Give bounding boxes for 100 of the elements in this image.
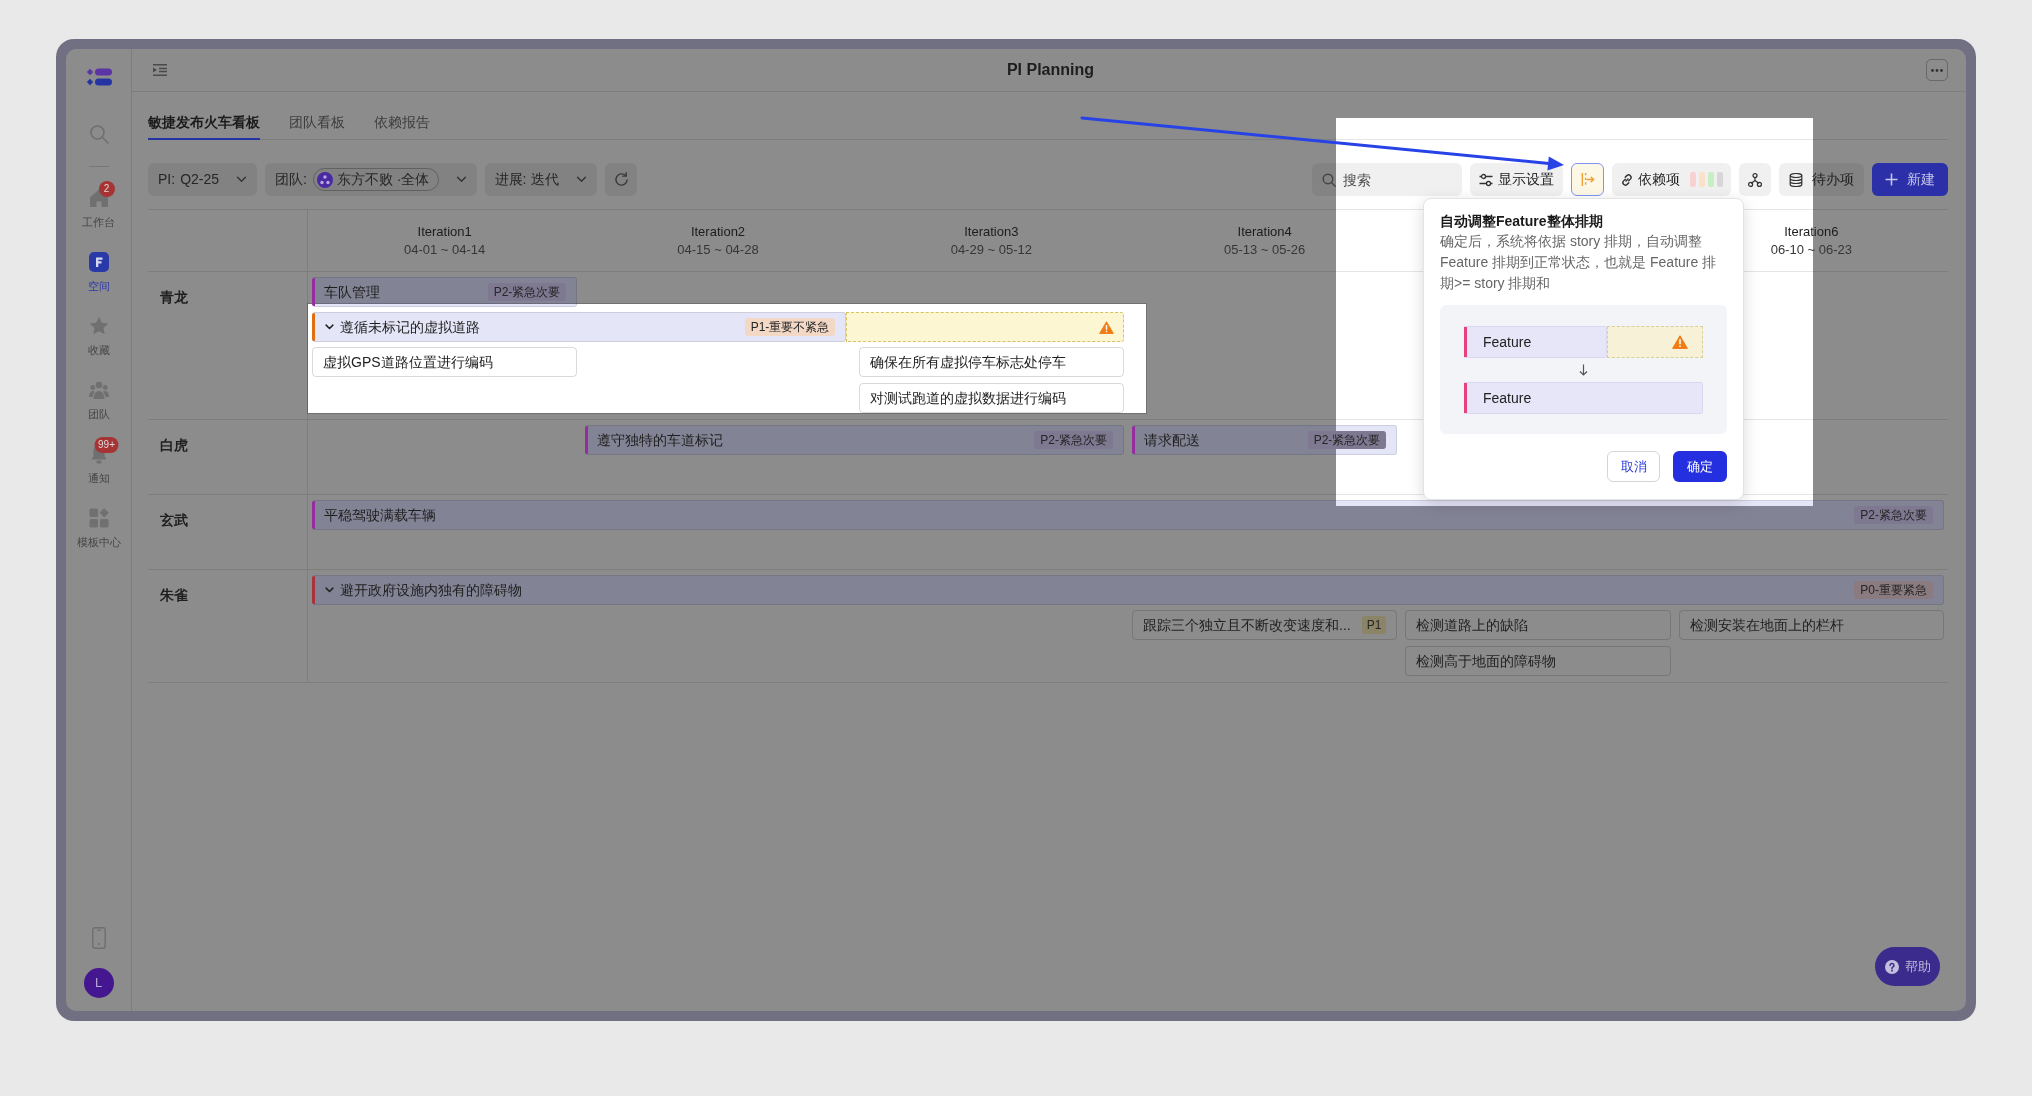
chevron-down-icon bbox=[455, 176, 467, 183]
filter-dropdown[interactable]: 团队: 东方不败 ·全体 bbox=[265, 163, 477, 196]
priority-tag: P1 bbox=[1361, 616, 1387, 634]
sidebar-item[interactable]: 空间 bbox=[68, 252, 129, 308]
priority-stripe-icon bbox=[1464, 383, 1467, 413]
sidebar-item[interactable]: 团队 bbox=[68, 380, 129, 436]
story-card[interactable]: 对测试跑道的虚拟数据进行编码 bbox=[858, 383, 1124, 413]
feature-bar[interactable]: 遵守独特的车道标记 P2-紧急次要 bbox=[585, 425, 1124, 455]
popover-title: 自动调整Feature整体排期 bbox=[1440, 212, 1604, 231]
filter-dropdown[interactable]: 进展: 迭代 bbox=[484, 163, 598, 196]
priority-stripe-icon bbox=[1464, 327, 1467, 357]
user-avatar[interactable]: L bbox=[83, 968, 114, 998]
menu-toggle-icon bbox=[153, 64, 167, 76]
feature-title: 遵守独特的车道标记 bbox=[597, 430, 724, 450]
star-icon bbox=[88, 316, 109, 336]
logo-icon bbox=[85, 68, 112, 86]
sidebar-item[interactable]: 收藏 bbox=[68, 316, 129, 372]
story-card[interactable]: 确保在所有虚拟停车标志处停车 bbox=[858, 347, 1124, 377]
feature-bar[interactable]: 避开政府设施内独有的障碍物 P0-重要紧急 bbox=[312, 575, 1944, 605]
story-card[interactable]: 跟踪三个独立且不断改变速度和... P1 bbox=[1132, 610, 1398, 640]
arrow-down-icon bbox=[1579, 364, 1588, 376]
story-title: 虚拟GPS道路位置进行编码 bbox=[323, 352, 493, 372]
priority-tag: P2-紧急次要 bbox=[1854, 506, 1933, 524]
tab[interactable]: 依赖报告 bbox=[374, 112, 430, 140]
sidebar-item[interactable]: 模板中心 bbox=[68, 508, 129, 564]
sliders-icon bbox=[1479, 172, 1493, 187]
story-title: 检测高于地面的障碍物 bbox=[1416, 651, 1557, 671]
tab[interactable]: 敏捷发布火车看板 bbox=[148, 112, 260, 140]
phone-icon bbox=[91, 927, 106, 949]
iteration-name: Iteration3 bbox=[964, 223, 1019, 241]
priority-tag: P2-紧急次要 bbox=[487, 283, 567, 301]
feature-label: Feature bbox=[1483, 332, 1532, 352]
iteration-dates: 06-10 ~ 06-23 bbox=[1770, 241, 1852, 259]
team-name: 东方不败 ·全体 bbox=[336, 170, 430, 189]
story-title: 对测试跑道的虚拟数据进行编码 bbox=[869, 388, 1066, 408]
swimlane-title: 玄武 bbox=[160, 512, 188, 528]
chevron-down-icon bbox=[236, 176, 248, 183]
feature-title: 避开政府设施内独有的障碍物 bbox=[340, 580, 522, 600]
tab[interactable]: 团队看板 bbox=[289, 112, 345, 140]
feature-title: 平稳驾驶满载车辆 bbox=[324, 505, 436, 525]
feature-bar[interactable]: 平稳驾驶满载车辆 P2-紧急次要 bbox=[312, 500, 1944, 530]
feature-bar[interactable]: 遵循未标记的虚拟道路 P1-重要不紧急 bbox=[312, 312, 847, 342]
people-icon bbox=[88, 380, 109, 400]
more-icon bbox=[1931, 68, 1943, 72]
story-card[interactable]: 检测道路上的缺陷 bbox=[1405, 610, 1671, 640]
swimlane-title: 白虎 bbox=[160, 437, 188, 453]
popover-description: 确定后，系统将依据 story 排期，自动调整 Feature 排期到正常状态，也就是 Feature 排期>= story 排期和 bbox=[1440, 232, 1718, 293]
swimlane-title: 青龙 bbox=[160, 289, 188, 305]
hierarchy-button[interactable] bbox=[1739, 163, 1771, 196]
grid-icon bbox=[88, 508, 109, 528]
feature-title: 请求配送 bbox=[1144, 430, 1200, 450]
feature-label: Feature bbox=[1483, 388, 1532, 408]
priority-tag: P2-紧急次要 bbox=[1307, 431, 1387, 449]
team-icon bbox=[316, 171, 333, 188]
create-button[interactable]: 新建 bbox=[1872, 163, 1948, 196]
priority-tag: P1-重要不紧急 bbox=[744, 318, 836, 336]
warning-icon bbox=[1099, 320, 1114, 334]
priority-tag: P0-重要紧急 bbox=[1854, 581, 1933, 599]
refresh-button[interactable] bbox=[605, 163, 638, 196]
story-title: 确保在所有虚拟停车标志处停车 bbox=[869, 352, 1066, 372]
iteration-name: Iteration1 bbox=[417, 223, 472, 241]
hierarchy-icon bbox=[1748, 172, 1762, 187]
link-icon bbox=[1620, 172, 1634, 187]
iteration-dates: 04-01 ~ 04-14 bbox=[404, 241, 486, 259]
bar-arrow-icon bbox=[1580, 172, 1595, 187]
feature-title: 遵循未标记的虚拟道路 bbox=[340, 317, 480, 337]
help-button[interactable]: 帮助 bbox=[1875, 947, 1940, 986]
feature-bar[interactable]: 车队管理 P2-紧急次要 bbox=[312, 277, 578, 307]
iteration-dates: 04-29 ~ 05-12 bbox=[950, 241, 1032, 259]
story-title: 检测安装在地面上的栏杆 bbox=[1689, 615, 1844, 635]
plus-icon bbox=[1885, 173, 1898, 186]
iteration-dates: 05-13 ~ 05-26 bbox=[1224, 241, 1306, 259]
window-title: PI Planning bbox=[1006, 60, 1095, 80]
question-icon bbox=[1884, 959, 1899, 974]
refresh-icon bbox=[613, 172, 629, 187]
notification-badge: 99+ bbox=[94, 437, 119, 453]
notification-badge: 2 bbox=[98, 181, 115, 197]
iteration-name: Iteration2 bbox=[690, 223, 746, 241]
stack-icon bbox=[1789, 172, 1803, 187]
feature-bar[interactable]: 请求配送 P2-紧急次要 bbox=[1132, 425, 1398, 455]
filter-dropdown[interactable]: PI: Q2-25 bbox=[148, 163, 258, 196]
story-card[interactable]: 虚拟GPS道路位置进行编码 bbox=[312, 347, 578, 377]
search-icon bbox=[88, 124, 109, 144]
more-button[interactable] bbox=[1926, 59, 1948, 81]
auto-schedule-button[interactable] bbox=[1571, 163, 1604, 196]
tile-icon bbox=[88, 252, 109, 272]
search-icon bbox=[1322, 173, 1336, 187]
swimlane-title: 朱雀 bbox=[160, 587, 188, 603]
story-title: 检测道路上的缺陷 bbox=[1416, 615, 1529, 635]
chevron-down-icon bbox=[576, 176, 588, 183]
dependencies-button[interactable]: 依赖项 bbox=[1612, 163, 1731, 196]
confirm-button[interactable]: 确定 bbox=[1673, 451, 1727, 482]
cancel-button[interactable]: 取消 bbox=[1607, 451, 1660, 482]
iteration-dates: 04-15 ~ 04-28 bbox=[677, 241, 759, 259]
display-settings-button[interactable]: 显示设置 bbox=[1470, 163, 1563, 196]
story-card[interactable]: 检测安装在地面上的栏杆 bbox=[1678, 610, 1944, 640]
priority-tag: P2-紧急次要 bbox=[1034, 431, 1113, 449]
story-card[interactable]: 检测高于地面的障碍物 bbox=[1405, 646, 1671, 676]
warning-icon bbox=[1672, 335, 1688, 349]
iteration-name: Iteration6 bbox=[1784, 223, 1839, 241]
